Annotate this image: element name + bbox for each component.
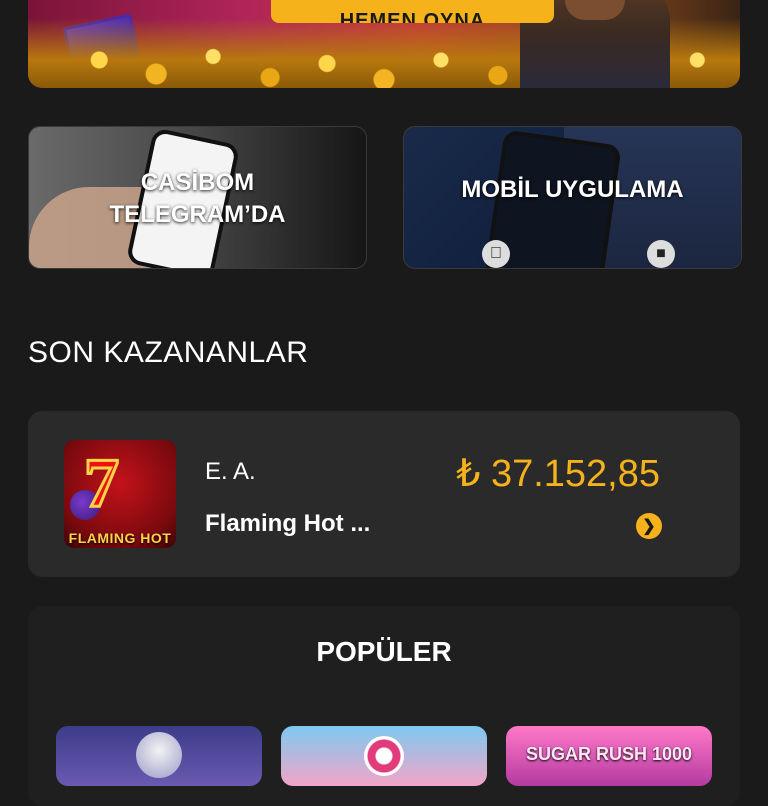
popular-game-tile[interactable]: SUGAR RUSH 1000	[506, 726, 712, 786]
flaming-hot-thumbnail[interactable]: 7 FLAMING HOT	[64, 440, 176, 548]
mobile-app-promo-card[interactable]: MOBİL UYGULAMA  ■	[403, 126, 742, 269]
popular-title: POPÜLER	[316, 636, 452, 667]
popular-game-tile[interactable]	[281, 726, 487, 786]
popular-section: POPÜLER SUGAR RUSH 1000	[28, 606, 740, 806]
telegram-title-line1: CASİBOM	[140, 169, 255, 196]
hero-banner[interactable]: HEMEN OYNA	[28, 0, 740, 88]
apple-icon: 	[482, 240, 510, 268]
telegram-promo-card[interactable]: CASİBOM TELEGRAM’DA	[28, 126, 367, 269]
telegram-title-line2: TELEGRAM’DA	[109, 201, 286, 228]
game-badge: FLAMING HOT	[68, 530, 172, 546]
play-now-label: HEMEN OYNA	[339, 10, 486, 23]
zeus-image	[136, 732, 182, 778]
winner-card[interactable]: 7 FLAMING HOT E. A. Flaming Hot ... ₺ 37…	[28, 411, 740, 577]
game-tile-label: SUGAR RUSH 1000	[525, 744, 693, 764]
winner-amount: ₺ 37.152,85	[456, 453, 660, 495]
telegram-promo-title: CASİBOM TELEGRAM’DA	[29, 167, 366, 231]
mobile-app-title: MOBİL UYGULAMA	[461, 176, 684, 203]
candy-image	[364, 736, 404, 776]
play-now-button[interactable]: HEMEN OYNA	[271, 0, 554, 23]
android-icon: ■	[647, 240, 675, 268]
winner-user: E. A.	[205, 458, 256, 485]
popular-game-tile[interactable]	[56, 726, 262, 786]
winner-game-name: Flaming Hot ...	[205, 510, 371, 537]
seven-icon: 7	[83, 444, 121, 524]
chevron-right-icon[interactable]: ❯	[636, 513, 662, 539]
recent-winners-title: SON KAZANANLAR	[28, 336, 309, 369]
